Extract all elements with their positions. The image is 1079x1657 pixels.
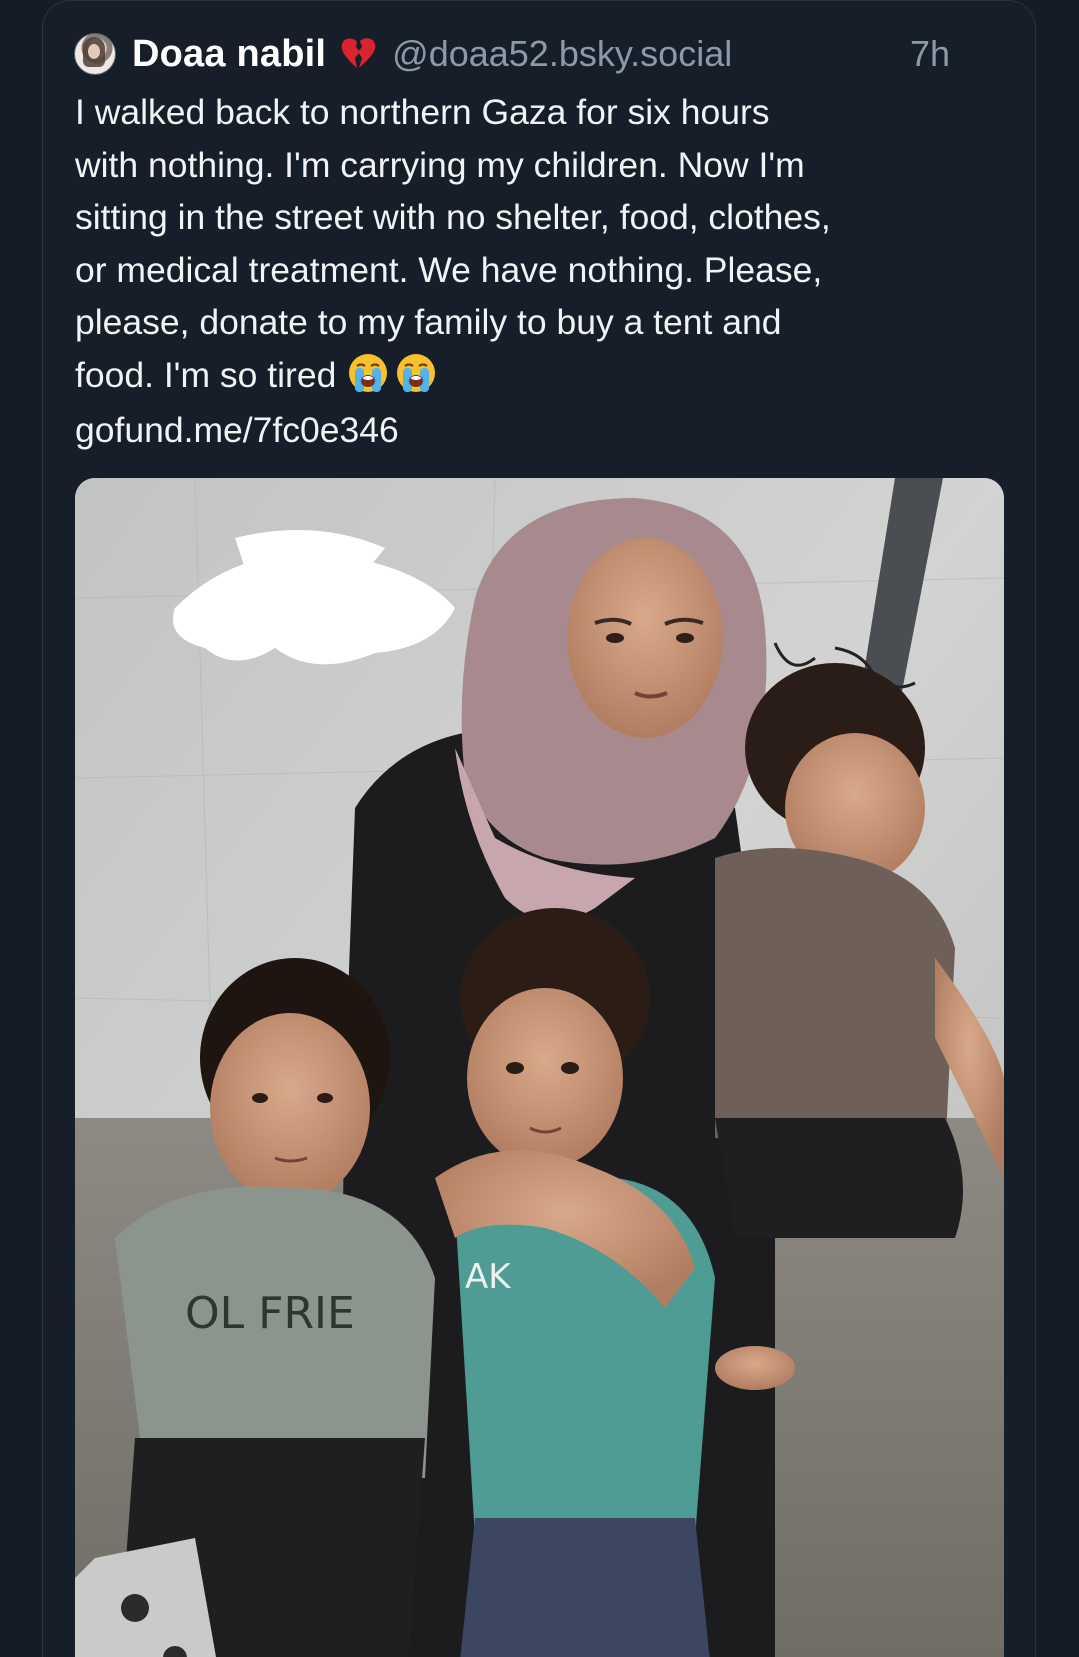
post-body-text: I walked back to northern Gaza for six h… (75, 92, 831, 395)
author-display-name[interactable]: Doaa nabil (132, 33, 326, 76)
post-body: I walked back to northern Gaza for six h… (75, 86, 1005, 401)
avatar-face (88, 44, 100, 59)
svg-text:AK: AK (465, 1257, 512, 1297)
post-timestamp[interactable]: 7h (910, 33, 950, 75)
author-handle[interactable]: @doaa52.bsky.social (392, 33, 732, 75)
feed-page: Doaa nabil @doaa52.bsky.social 7h I walk… (0, 0, 1079, 1657)
post-image[interactable]: OL FRIE AK (75, 478, 1004, 1657)
author-avatar[interactable] (74, 33, 116, 75)
photo-mother-with-three-children: OL FRIE AK (75, 478, 1004, 1657)
svg-text:OL FRIE: OL FRIE (185, 1288, 355, 1339)
broken-heart-icon (341, 38, 376, 68)
loudly-crying-face-icon (397, 353, 436, 392)
loudly-crying-face-icon (349, 353, 388, 392)
post-header: Doaa nabil @doaa52.bsky.social 7h (74, 28, 1004, 80)
post-link[interactable]: gofund.me/7fc0e346 (75, 404, 399, 456)
